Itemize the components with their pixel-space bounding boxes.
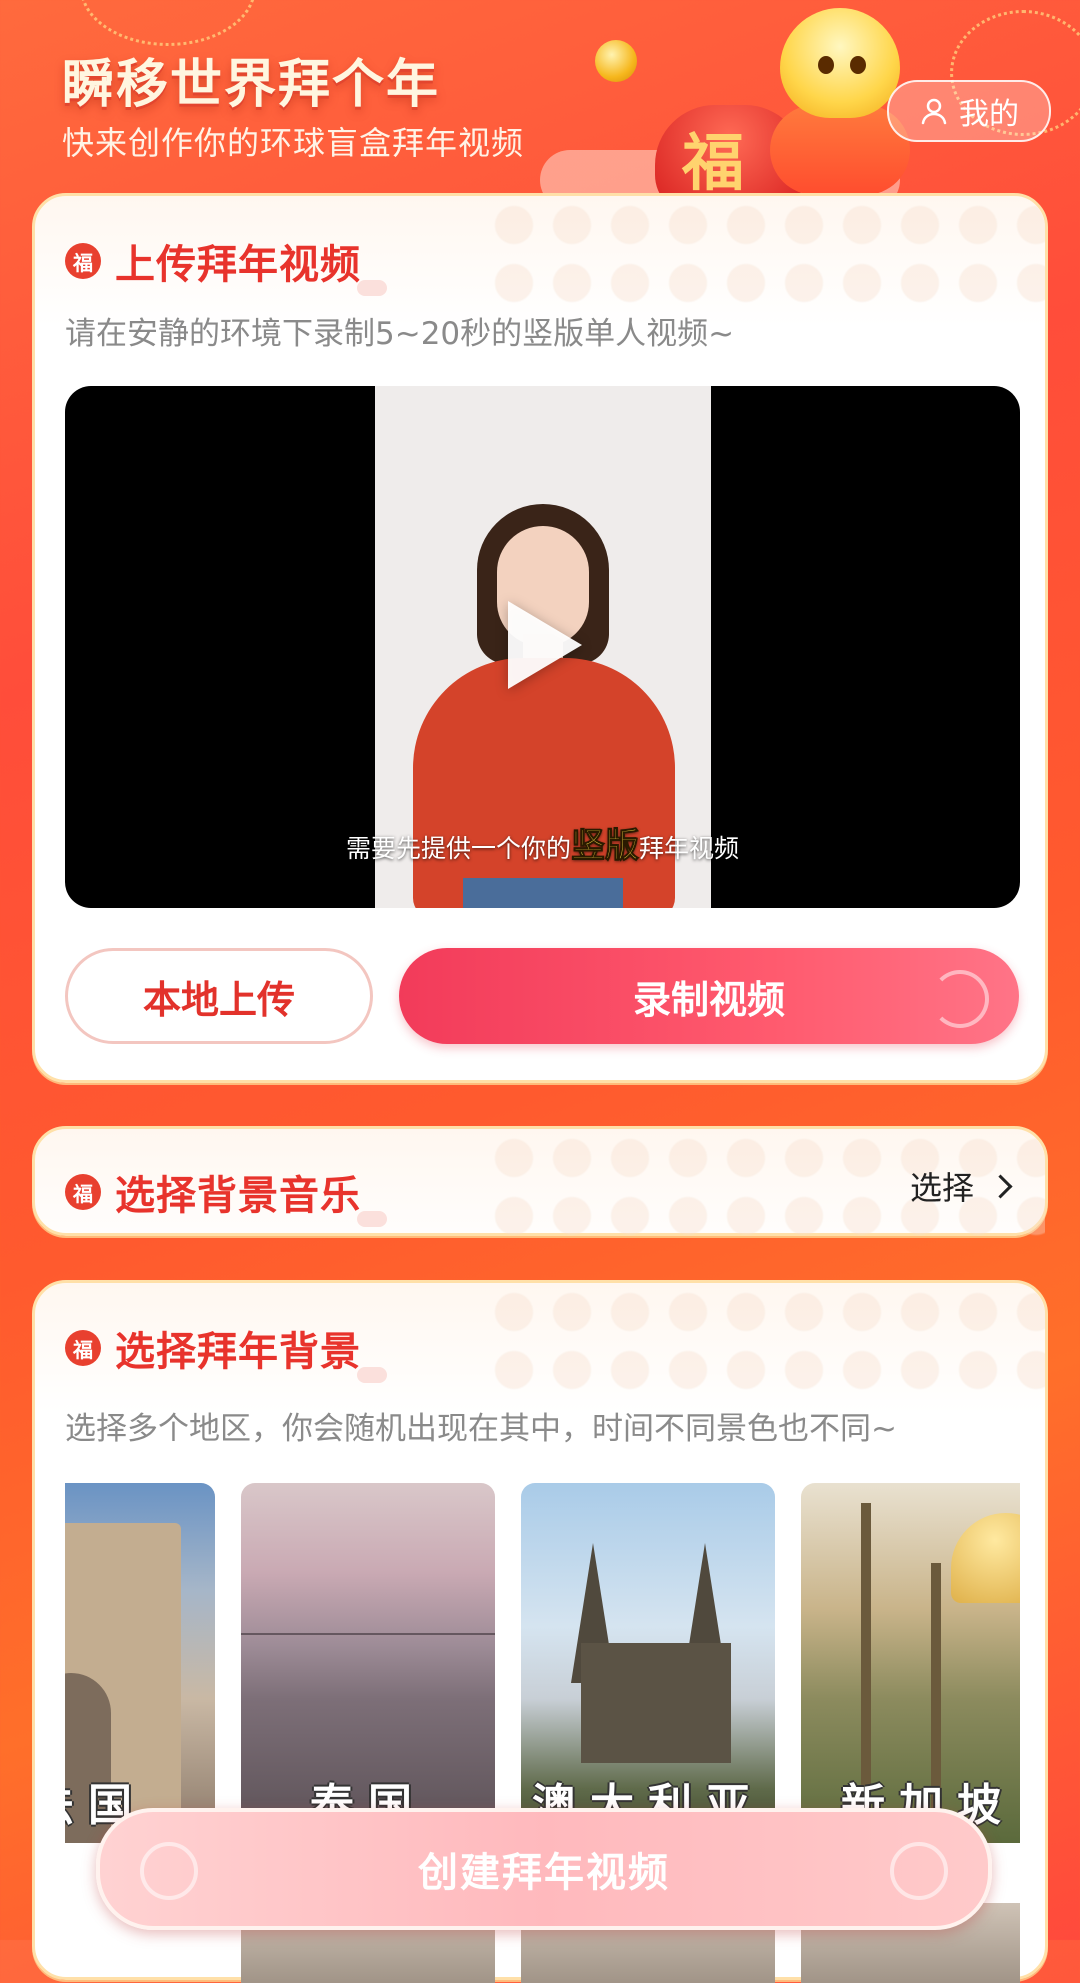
caption-highlight: 竖版 xyxy=(571,826,640,867)
horizon-line xyxy=(241,1633,495,1635)
mascot-eye xyxy=(850,56,866,74)
record-video-button[interactable]: 录制视频 xyxy=(399,948,1019,1044)
fu-badge-icon: 福 xyxy=(65,1330,101,1366)
person-jeans xyxy=(463,878,623,908)
mosque-dome xyxy=(951,1513,1020,1603)
gold-coin-icon xyxy=(595,40,637,82)
section-header: 福 上传拜年视频 xyxy=(65,232,387,296)
my-profile-button[interactable]: 我的 xyxy=(887,80,1051,142)
record-video-label: 录制视频 xyxy=(632,977,785,1022)
caption-text: 需要先提供一个你的 xyxy=(345,834,571,863)
user-icon xyxy=(921,98,947,125)
swirl-decoration xyxy=(931,970,989,1028)
page-subtitle: 快来创作你的环球盲盒拜年视频 xyxy=(62,124,525,162)
play-icon[interactable] xyxy=(508,601,582,689)
church-building xyxy=(581,1643,731,1763)
snake-mascot xyxy=(780,8,900,118)
section-description: 选择多个地区，你会随机出现在其中，时间不同景色也不同~ xyxy=(65,1411,897,1447)
chevron-right-icon xyxy=(988,1173,1013,1199)
choose-label: 选择 xyxy=(909,1169,974,1207)
section-description: 请在安静的环境下录制5~20秒的竖版单人视频~ xyxy=(65,316,735,352)
fu-badge-icon: 福 xyxy=(65,1174,101,1210)
background-thumbnail[interactable]: 泰国 xyxy=(241,1483,495,1843)
page-title: 瞬移世界拜个年 xyxy=(62,55,441,115)
sample-video-player[interactable]: 需要先提供一个你的竖版拜年视频 xyxy=(65,386,1020,908)
section-title: 选择背景音乐 xyxy=(115,1163,387,1227)
fu-character: 福 xyxy=(682,126,745,199)
firework-decoration xyxy=(80,0,256,46)
local-upload-button[interactable]: 本地上传 xyxy=(65,948,373,1044)
mascot-eye xyxy=(818,56,834,74)
video-caption: 需要先提供一个你的竖版拜年视频 xyxy=(65,818,1020,867)
my-profile-label: 我的 xyxy=(959,97,1019,132)
create-video-button[interactable]: 创建拜年视频 xyxy=(96,1808,992,1930)
background-thumbnail[interactable]: 澳大利亚 xyxy=(521,1483,775,1843)
upload-video-card: 福 上传拜年视频 请在安静的环境下录制5~20秒的竖版单人视频~ 需要先提供一个… xyxy=(32,193,1048,1083)
create-video-label: 创建拜年视频 xyxy=(418,1850,670,1896)
section-title: 选择拜年背景 xyxy=(115,1319,387,1383)
person-sweater xyxy=(413,658,675,908)
header-banner: 瞬移世界拜个年 快来创作你的环球盲盒拜年视频 福 我的 xyxy=(0,0,1080,200)
section-title: 上传拜年视频 xyxy=(115,232,387,296)
background-thumbnail[interactable]: 法国 xyxy=(65,1483,215,1843)
background-music-card[interactable]: 福 选择背景音乐 选择 xyxy=(32,1126,1048,1249)
section-header: 福 选择拜年背景 xyxy=(65,1319,387,1383)
curl-decoration xyxy=(140,1842,198,1900)
caption-text: 拜年视频 xyxy=(639,834,740,863)
choose-music-button[interactable]: 选择 xyxy=(909,1163,1013,1209)
background-thumbnail[interactable]: 新加坡 xyxy=(801,1483,1020,1843)
curl-decoration xyxy=(890,1842,948,1900)
fu-badge-icon: 福 xyxy=(65,243,101,279)
section-header: 福 选择背景音乐 xyxy=(65,1163,387,1227)
